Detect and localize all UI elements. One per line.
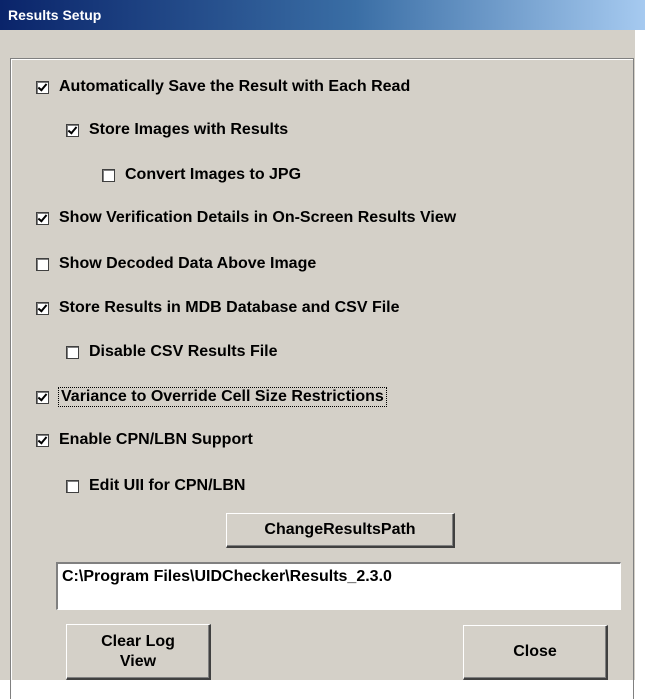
checkbox-checked-icon[interactable] bbox=[36, 433, 49, 447]
show-decoded-checkbox[interactable]: Show Decoded Data Above Image bbox=[36, 253, 316, 275]
checkbox-checked-icon[interactable] bbox=[36, 390, 49, 404]
clear-log-label-line2: View bbox=[119, 652, 157, 670]
enable-cpn-lbn-label[interactable]: Enable CPN/LBN Support bbox=[59, 431, 253, 449]
title-bar[interactable]: Results Setup bbox=[0, 0, 645, 30]
checkbox-checked-icon[interactable] bbox=[66, 123, 79, 137]
change-results-path-label: ChangeResultsPath bbox=[264, 521, 416, 538]
disable-csv-checkbox[interactable]: Disable CSV Results File bbox=[66, 341, 278, 363]
window-edge bbox=[635, 30, 645, 680]
checkbox-checked-icon[interactable] bbox=[36, 301, 49, 315]
show-decoded-label[interactable]: Show Decoded Data Above Image bbox=[59, 255, 316, 273]
window-title: Results Setup bbox=[8, 7, 102, 23]
edit-uii-label[interactable]: Edit UII for CPN/LBN bbox=[89, 477, 245, 495]
clear-log-label-line1: Clear Log bbox=[101, 632, 175, 650]
disable-csv-label[interactable]: Disable CSV Results File bbox=[89, 343, 278, 361]
change-results-path-button[interactable]: ChangeResultsPath bbox=[226, 513, 455, 548]
show-verification-label[interactable]: Show Verification Details in On-Screen R… bbox=[59, 209, 456, 227]
checkbox-checked-icon[interactable] bbox=[36, 80, 49, 94]
convert-jpg-checkbox[interactable]: Convert Images to JPG bbox=[102, 164, 301, 186]
checkbox-unchecked-icon[interactable] bbox=[36, 257, 49, 271]
store-images-label[interactable]: Store Images with Results bbox=[89, 121, 288, 139]
checkbox-checked-icon[interactable] bbox=[36, 211, 49, 225]
results-path-field[interactable]: C:\Program Files\UIDChecker\Results_2.3.… bbox=[56, 562, 621, 610]
checkbox-unchecked-icon[interactable] bbox=[66, 479, 79, 493]
convert-jpg-label[interactable]: Convert Images to JPG bbox=[125, 166, 301, 184]
auto-save-label[interactable]: Automatically Save the Result with Each … bbox=[59, 78, 410, 96]
store-mdb-csv-checkbox[interactable]: Store Results in MDB Database and CSV Fi… bbox=[36, 297, 400, 319]
variance-override-label[interactable]: Variance to Override Cell Size Restricti… bbox=[58, 387, 387, 407]
clear-log-view-button[interactable]: Clear Log View bbox=[66, 624, 211, 680]
close-label: Close bbox=[513, 643, 557, 660]
enable-cpn-lbn-checkbox[interactable]: Enable CPN/LBN Support bbox=[36, 429, 253, 451]
close-button[interactable]: Close bbox=[463, 625, 608, 680]
checkbox-unchecked-icon[interactable] bbox=[66, 345, 79, 359]
variance-override-checkbox[interactable]: Variance to Override Cell Size Restricti… bbox=[36, 386, 387, 408]
auto-save-checkbox[interactable]: Automatically Save the Result with Each … bbox=[36, 76, 410, 98]
checkbox-unchecked-icon[interactable] bbox=[102, 168, 115, 182]
store-images-checkbox[interactable]: Store Images with Results bbox=[66, 119, 288, 141]
results-path-value: C:\Program Files\UIDChecker\Results_2.3.… bbox=[62, 568, 392, 585]
edit-uii-checkbox[interactable]: Edit UII for CPN/LBN bbox=[66, 475, 245, 497]
store-mdb-csv-label[interactable]: Store Results in MDB Database and CSV Fi… bbox=[59, 299, 400, 317]
results-setup-window: Results Setup Automatically Save the Res… bbox=[0, 0, 645, 699]
show-verification-checkbox[interactable]: Show Verification Details in On-Screen R… bbox=[36, 207, 456, 229]
